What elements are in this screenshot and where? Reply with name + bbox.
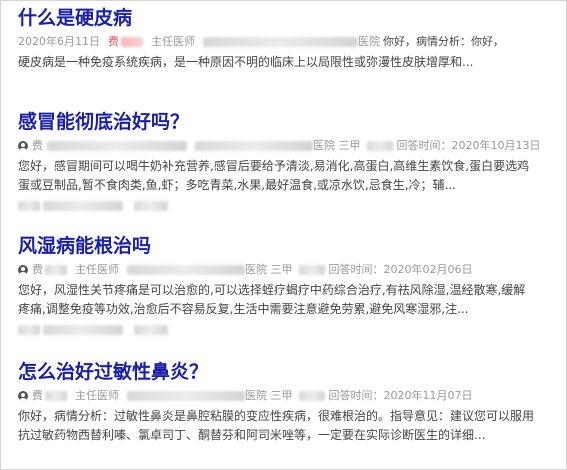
redacted-hospital [127, 265, 245, 275]
answer-date: 2020年6月11日 [18, 35, 100, 48]
search-result: 感冒能彻底治好吗？ 费 医院 三甲 回答时间：2020年10月13日 您好，感冒… [18, 110, 558, 212]
redacted-name [121, 37, 143, 47]
hospital-suffix: 医院 [358, 35, 380, 48]
redacted-name [45, 391, 67, 401]
result-title-link[interactable]: 风湿病能根治吗 [18, 234, 558, 258]
hospital-suffix: 医院 三甲 [245, 263, 293, 276]
snippet-line: 疼痛,调整免疫等功效,治愈后不容易反复,生活中需要注意避免劳累,避免风寒湿邪,注… [18, 302, 469, 316]
redacted-tag [366, 141, 393, 151]
snippet-line: 抗过敏药物西替利嗪、氯卓司丁、酮替芬和阿司米唑等，一定要在实际诊断医生的详细..… [18, 428, 486, 442]
redacted-hospital [203, 37, 358, 47]
snippet-line: 硬皮病是一种免疫系统疾病，是一种原因不明的临床上以局限性或弥漫性皮肤增厚和... [18, 55, 474, 69]
answer-time: 回答时间：2020年11月07日 [328, 389, 473, 402]
doctor-title: 主任医师 [75, 263, 119, 276]
result-title-link[interactable]: 什么是硬皮病 [18, 6, 558, 30]
doctor-name[interactable]: 费 [32, 137, 43, 155]
result-snippet: 你好，病情分析：过敏性鼻炎是鼻腔粘膜的变应性疾病，很难根治的。指导意见：建议您可… [18, 407, 558, 445]
doctor-avatar-icon [18, 391, 28, 401]
redacted-footer [18, 200, 558, 212]
doctor-avatar-icon [18, 141, 28, 151]
hospital-suffix: 医院 三甲 [313, 139, 361, 152]
snippet-prefix: 你好，病情分析：你好， [383, 35, 504, 48]
redacted-tag [298, 265, 325, 275]
redacted-name-title [47, 141, 187, 151]
redacted-hospital [195, 141, 313, 151]
answer-time: 回答时间：2020年02月06日 [328, 263, 473, 276]
result-meta: 费 主任医师 医院 三甲 回答时间：2020年11月07日 [18, 387, 558, 405]
redacted-tag [298, 391, 325, 401]
redacted-footer [18, 324, 558, 336]
hospital-suffix: 医院 三甲 [245, 389, 293, 402]
result-snippet: 硬皮病是一种免疫系统疾病，是一种原因不明的临床上以局限性或弥漫性皮肤增厚和... [18, 53, 558, 72]
result-meta: 费 医院 三甲 回答时间：2020年10月13日 [18, 137, 558, 155]
search-result: 怎么治好过敏性鼻炎？ 费 主任医师 医院 三甲 回答时间：2020年11月07日… [18, 360, 558, 445]
result-title-link[interactable]: 怎么治好过敏性鼻炎？ [18, 360, 558, 384]
answer-time: 回答时间：2020年10月13日 [396, 139, 541, 152]
search-result: 风湿病能根治吗 费 主任医师 医院 三甲 回答时间：2020年02月06日 您好… [18, 234, 558, 336]
snippet-line: 您好，感冒期间可以喝牛奶补充营养,感冒后要给予清淡,易消化,高蛋白,高维生素饮食… [18, 159, 530, 173]
doctor-name[interactable]: 费 [32, 261, 43, 279]
doctor-name[interactable]: 费 [108, 33, 119, 51]
doctor-name[interactable]: 费 [32, 387, 43, 405]
snippet-line: 您好，风湿性关节疼痛是可以治愈的,可以选择蛭疗蝎疗中药综合治疗,有祛风除湿,温经… [18, 283, 526, 297]
result-meta: 费 主任医师 医院 三甲 回答时间：2020年02月06日 [18, 261, 558, 279]
result-meta: 2020年6月11日 费 主任医师 医院 你好，病情分析：你好， [18, 33, 558, 51]
search-result: 什么是硬皮病 2020年6月11日 费 主任医师 医院 你好，病情分析：你好， … [18, 6, 558, 72]
doctor-avatar-icon [18, 265, 28, 275]
snippet-line: 你好，病情分析：过敏性鼻炎是鼻腔粘膜的变应性疾病，很难根治的。指导意见：建议您可… [18, 409, 535, 423]
result-snippet: 您好，风湿性关节疼痛是可以治愈的,可以选择蛭疗蝎疗中药综合治疗,有祛风除湿,温经… [18, 281, 558, 319]
redacted-name [45, 265, 67, 275]
snippet-line: 蛋或豆制品,暂不食肉类,鱼,虾；多吃青菜,水果,最好温食,或凉水饮,忌食生,冷；… [18, 178, 456, 192]
doctor-title: 主任医师 [151, 35, 195, 48]
result-snippet: 您好，感冒期间可以喝牛奶补充营养,感冒后要给予清淡,易消化,高蛋白,高维生素饮食… [18, 157, 558, 195]
redacted-hospital [127, 391, 245, 401]
result-title-link[interactable]: 感冒能彻底治好吗？ [18, 110, 558, 134]
doctor-title: 主任医师 [75, 389, 119, 402]
